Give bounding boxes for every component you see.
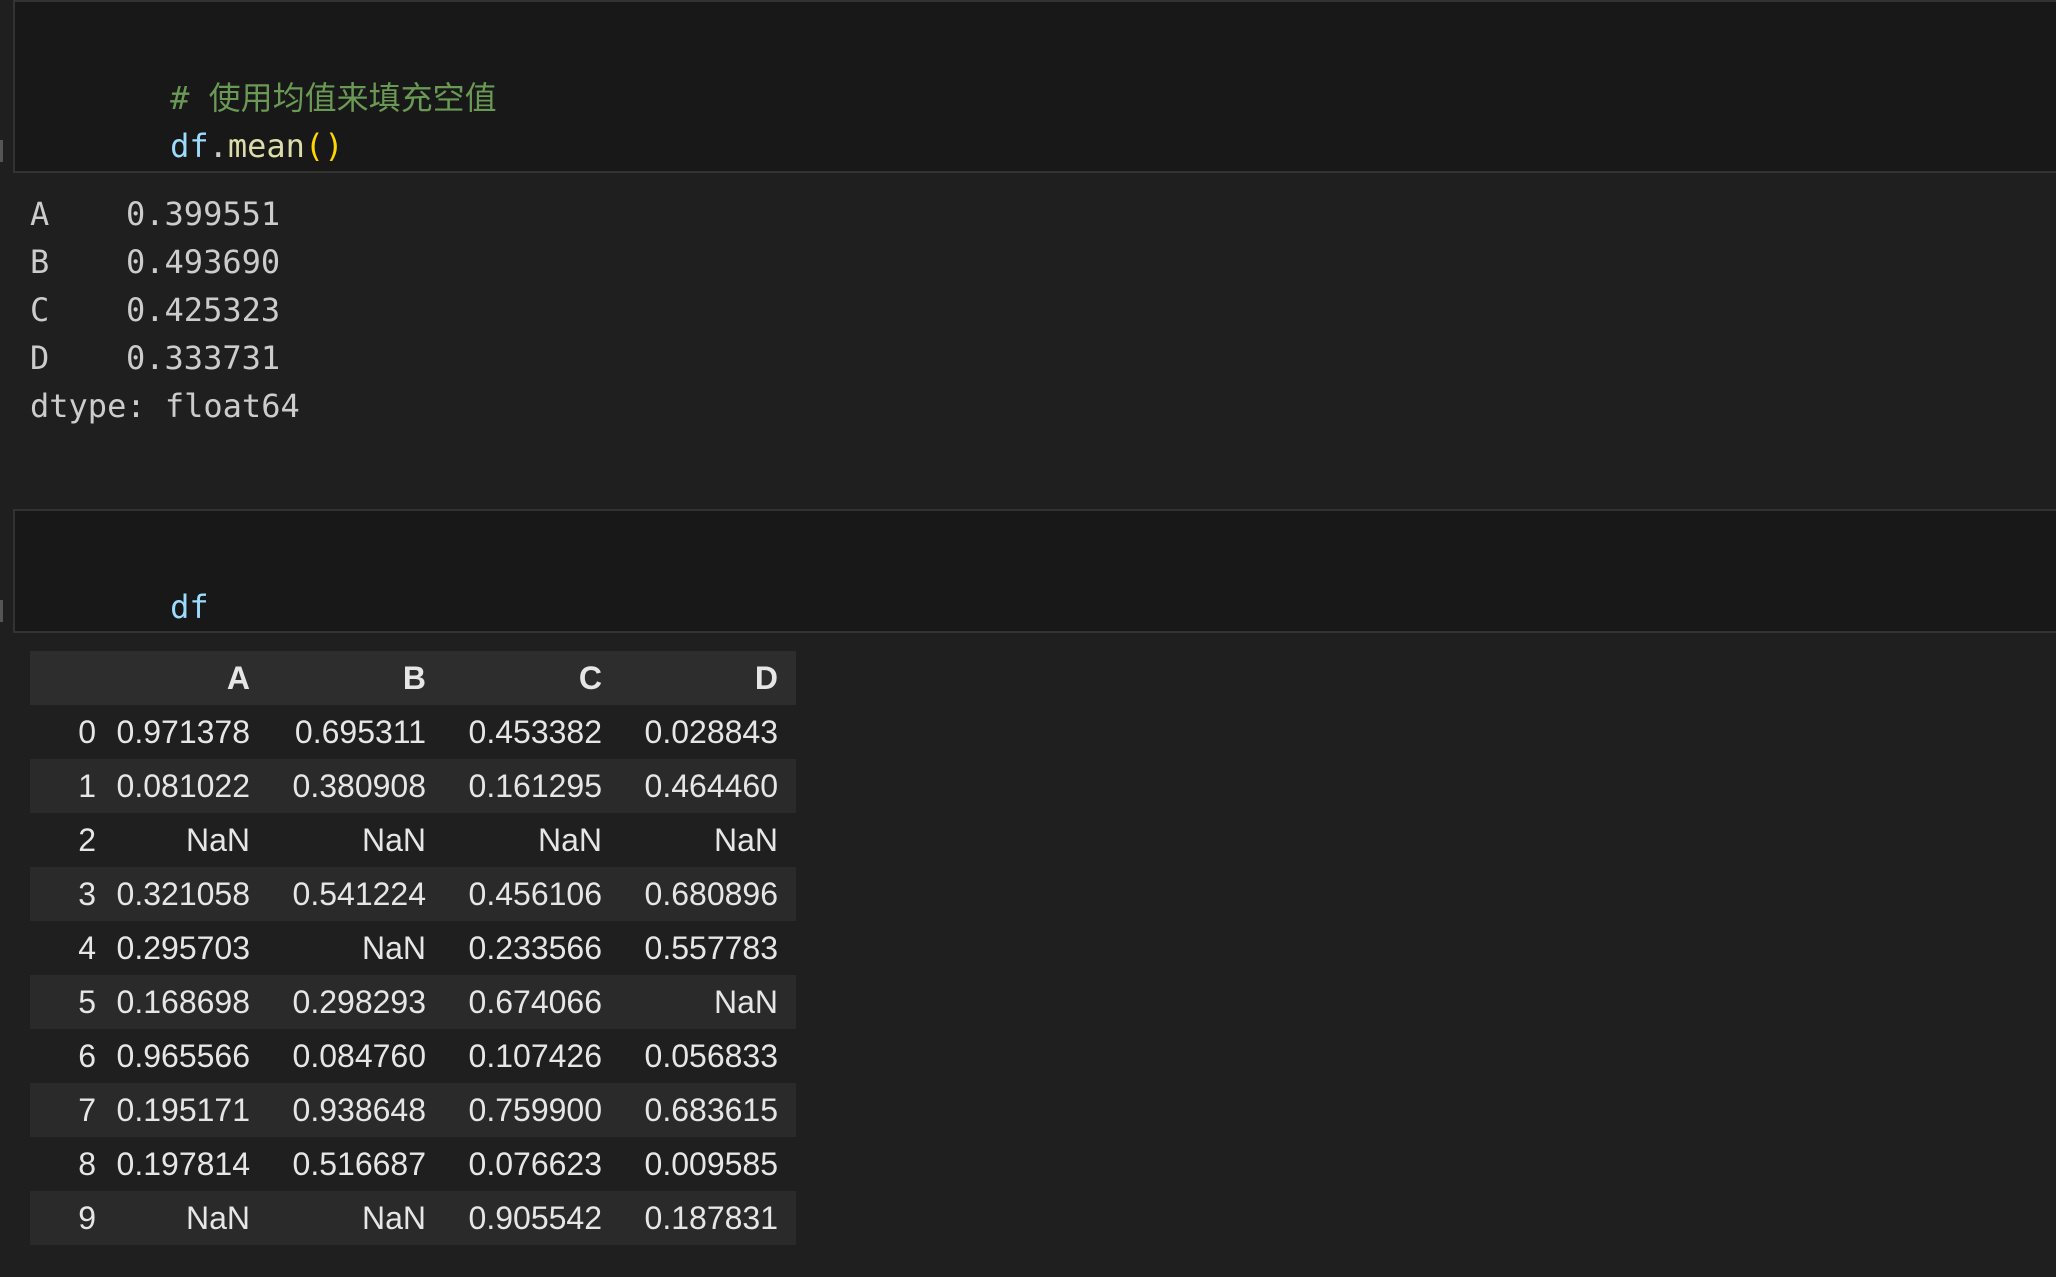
table-cell: 0.081022 xyxy=(116,767,250,804)
table-cell: 0.965566 xyxy=(116,1037,250,1074)
mean-output: A 0.399551 B 0.493690 C 0.425323 D 0.333… xyxy=(30,190,300,430)
series-value: 0.399551 xyxy=(126,195,281,233)
table-cell: 0.187831 xyxy=(644,1199,778,1236)
series-row: B 0.493690 xyxy=(30,238,300,286)
table-cell: 0.695311 xyxy=(294,713,426,750)
table-row: 5 0.168698 0.298293 0.674066 NaN xyxy=(30,975,796,1029)
row-index: 2 xyxy=(78,821,96,858)
table-cell: 0.161295 xyxy=(468,767,602,804)
table-cell: NaN xyxy=(361,1199,426,1236)
table-row: 4 0.295703 NaN 0.233566 0.557783 xyxy=(30,921,796,975)
row-index: 8 xyxy=(78,1145,96,1182)
code-parens: () xyxy=(304,127,344,165)
row-index: 0 xyxy=(78,713,96,750)
table-row: 0 0.971378 0.695311 0.453382 0.028843 xyxy=(30,705,796,759)
row-index: 5 xyxy=(78,983,96,1020)
table-cell: 0.759900 xyxy=(468,1091,602,1128)
row-index: 7 xyxy=(78,1091,96,1128)
table-cell: 0.028843 xyxy=(644,713,778,750)
table-cell: 0.905542 xyxy=(468,1199,602,1236)
table-cell: 0.464460 xyxy=(644,767,778,804)
table-cell: 0.557783 xyxy=(644,929,778,966)
table-row: 9 NaN NaN 0.905542 0.187831 xyxy=(30,1191,796,1245)
series-row: A 0.399551 xyxy=(30,190,300,238)
table-cell: 0.195171 xyxy=(116,1091,250,1128)
table-header-b: B xyxy=(268,651,444,705)
code-cell-df[interactable]: df xyxy=(13,509,2056,633)
series-index: C xyxy=(30,291,50,329)
row-index: 1 xyxy=(78,767,96,804)
table-cell: NaN xyxy=(185,1199,250,1236)
table-row: 7 0.195171 0.938648 0.759900 0.683615 xyxy=(30,1083,796,1137)
code-dot: . xyxy=(208,127,228,165)
table-cell: NaN xyxy=(185,821,250,858)
table-row: 1 0.081022 0.380908 0.161295 0.464460 xyxy=(30,759,796,813)
table-cell: NaN xyxy=(537,821,602,858)
row-index: 4 xyxy=(78,929,96,966)
cell-gutter-marker-2 xyxy=(0,600,3,622)
table-cell: 0.541224 xyxy=(292,875,426,912)
table-cell: 0.674066 xyxy=(468,983,602,1020)
table-row: 8 0.197814 0.516687 0.076623 0.009585 xyxy=(30,1137,796,1191)
table-row: 6 0.965566 0.084760 0.107426 0.056833 xyxy=(30,1029,796,1083)
series-index: A xyxy=(30,195,50,233)
table-cell: 0.076623 xyxy=(468,1145,602,1182)
table-cell: 0.168698 xyxy=(116,983,250,1020)
table-cell: 0.516687 xyxy=(292,1145,426,1182)
table-cell: 0.009585 xyxy=(644,1145,778,1182)
table-cell: 0.233566 xyxy=(468,929,602,966)
table-cell: 0.683615 xyxy=(644,1091,778,1128)
series-dtype: dtype: float64 xyxy=(30,387,300,425)
series-row: C 0.425323 xyxy=(30,286,300,334)
dataframe-table: A B C D 0 0.971378 0.695311 0.453382 0.0… xyxy=(30,651,796,1245)
row-index: 9 xyxy=(78,1199,96,1236)
table-header-d: D xyxy=(620,651,796,705)
table-cell: NaN xyxy=(361,929,426,966)
table-header-c: C xyxy=(444,651,620,705)
row-index: 3 xyxy=(78,875,96,912)
table-header-index xyxy=(30,651,110,705)
table-cell: 0.197814 xyxy=(116,1145,250,1182)
table-cell: 0.453382 xyxy=(468,713,602,750)
table-cell: 0.380908 xyxy=(292,767,426,804)
table-cell: 0.298293 xyxy=(292,983,426,1020)
series-value: 0.425323 xyxy=(126,291,281,329)
series-index: D xyxy=(30,339,50,377)
row-index: 6 xyxy=(78,1037,96,1074)
table-cell: 0.295703 xyxy=(116,929,250,966)
table-row: 3 0.321058 0.541224 0.456106 0.680896 xyxy=(30,867,796,921)
table-header-a: A xyxy=(110,651,268,705)
table-cell: 0.107426 xyxy=(468,1037,602,1074)
table-cell: 0.084760 xyxy=(292,1037,426,1074)
table-cell: 0.321058 xyxy=(116,875,250,912)
table-cell: NaN xyxy=(713,821,778,858)
table-cell: NaN xyxy=(713,983,778,1020)
table-cell: 0.456106 xyxy=(468,875,602,912)
code-variable-df: df xyxy=(170,127,209,165)
table-cell: 0.938648 xyxy=(292,1091,426,1128)
series-value: 0.333731 xyxy=(126,339,281,377)
table-header-row: A B C D xyxy=(30,651,796,705)
series-index: B xyxy=(30,243,50,281)
table-cell: NaN xyxy=(361,821,426,858)
series-row: D 0.333731 xyxy=(30,334,300,382)
code-variable-df: df xyxy=(170,588,209,626)
table-cell: 0.056833 xyxy=(644,1037,778,1074)
series-value: 0.493690 xyxy=(126,243,281,281)
table-cell: 0.680896 xyxy=(644,875,778,912)
cell-gutter-marker-1 xyxy=(0,140,3,162)
code-cell-mean[interactable]: # 使用均值来填充空值 df.mean() xyxy=(13,0,2056,173)
code-function-mean: mean xyxy=(227,127,305,165)
table-cell: 0.971378 xyxy=(116,713,250,750)
table-row: 2 NaN NaN NaN NaN xyxy=(30,813,796,867)
